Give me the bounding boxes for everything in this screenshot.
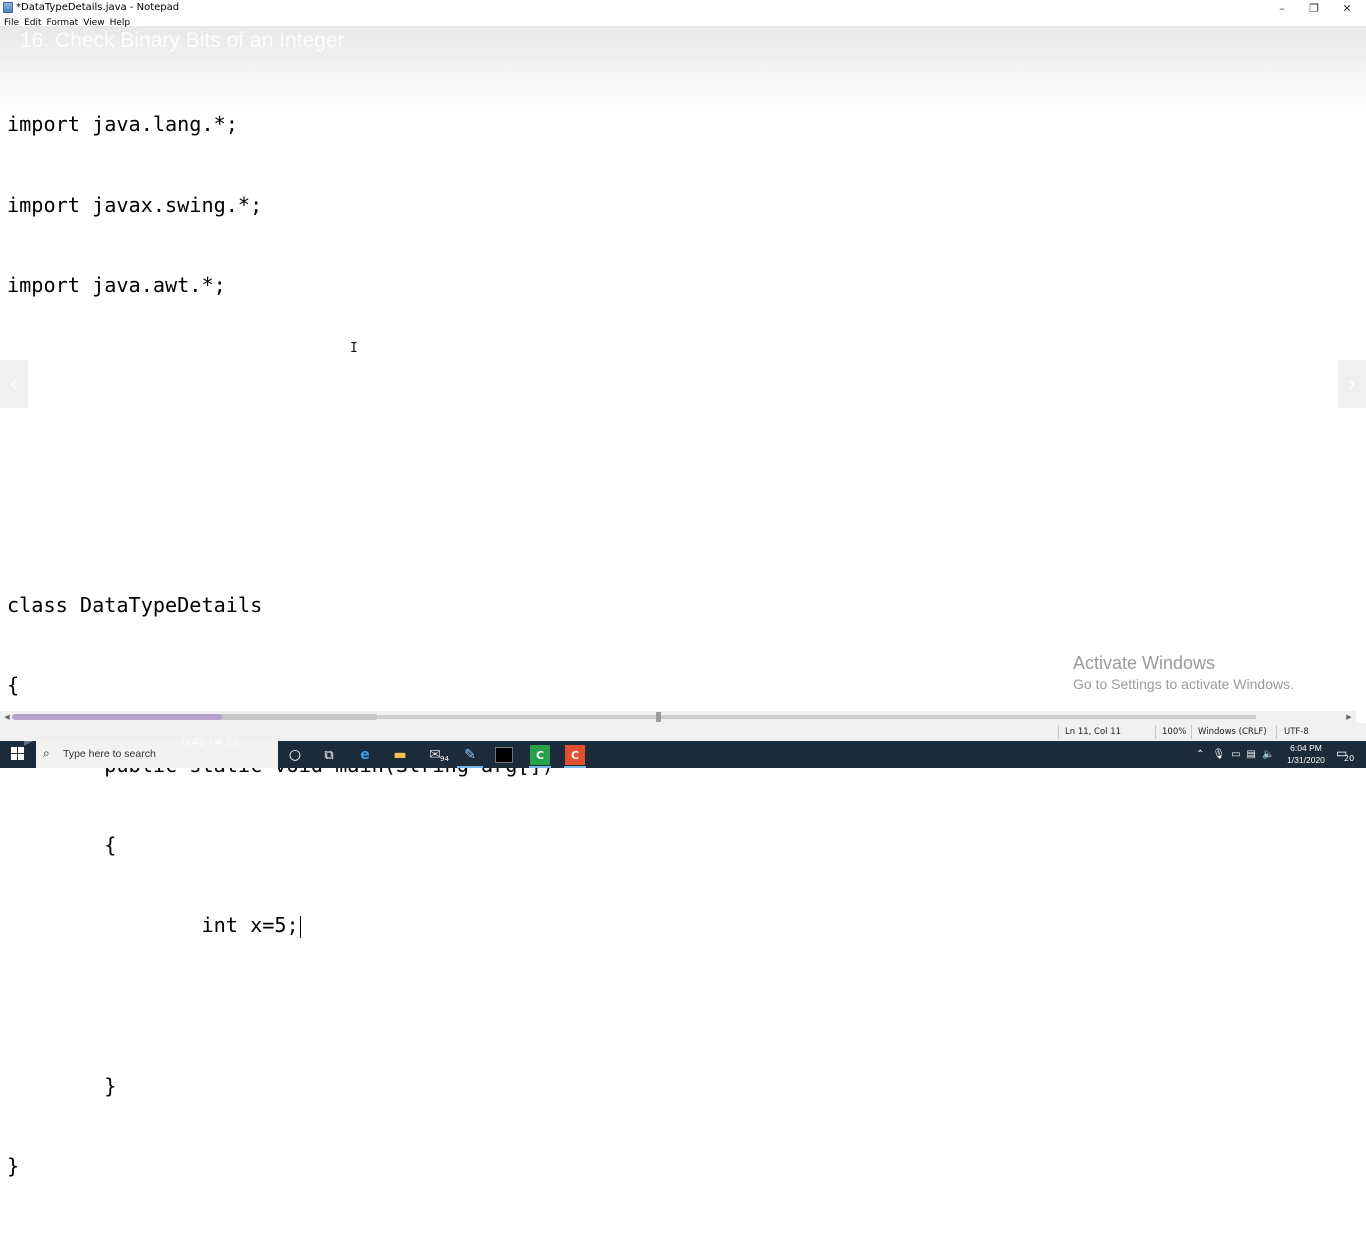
network-icon[interactable]: ▤ — [1247, 749, 1256, 760]
menu-file[interactable]: File — [4, 17, 19, 29]
microphone-icon[interactable]: 🎙 — [1212, 749, 1225, 760]
line-ending: Windows (CRLF) — [1198, 727, 1267, 737]
code-content[interactable]: import java.lang.*; import javax.swing.*… — [7, 58, 554, 1233]
clock[interactable]: 6:04 PM 1/31/2020 — [1283, 742, 1329, 766]
search-icon: ⌕ — [43, 746, 50, 760]
code-line: import java.lang.*; — [7, 112, 238, 137]
search-box[interactable]: ⌕ Type here to search — [36, 741, 278, 768]
system-tray: ⌃ 🎙 ▭ ▤ 🔈 — [1196, 741, 1274, 768]
notepad-taskbar-icon[interactable]: ✎ — [460, 745, 480, 765]
terminal-icon[interactable] — [495, 747, 513, 763]
menu-format[interactable]: Format — [47, 17, 79, 29]
code-line: } — [7, 1153, 20, 1178]
camtasia-orange-icon[interactable]: C — [565, 745, 585, 765]
video-progress-bar[interactable] — [12, 714, 222, 720]
restore-button[interactable]: ❐ — [1298, 0, 1330, 16]
watermark-title: Activate Windows — [1073, 653, 1216, 673]
search-placeholder: Type here to search — [63, 748, 156, 760]
menu-view[interactable]: View — [83, 17, 104, 29]
code-line: import java.awt.*; — [7, 272, 226, 297]
code-line: class DataTypeDetails — [7, 592, 263, 617]
previous-slide-button[interactable]: ‹ — [0, 360, 28, 408]
status-separator — [1276, 725, 1277, 739]
code-line: { — [7, 833, 117, 858]
code-line: } — [7, 1073, 117, 1098]
status-separator — [1058, 725, 1059, 739]
clock-date: 1/31/2020 — [1287, 755, 1325, 765]
edge-browser-icon[interactable]: e — [355, 745, 375, 765]
chevron-up-icon[interactable]: ⌃ — [1196, 749, 1204, 760]
chevron-right-icon: › — [1347, 371, 1357, 397]
notification-center-icon[interactable]: ▭ 20 — [1336, 746, 1355, 763]
scroll-right-arrow-icon[interactable]: ▶ — [1344, 711, 1354, 723]
notification-count: 20 — [1344, 754, 1355, 763]
encoding: UTF-8 — [1284, 727, 1309, 737]
minimize-button[interactable]: – — [1266, 0, 1298, 16]
close-button[interactable]: ✕ — [1331, 0, 1363, 16]
mail-badge: 94 — [440, 755, 449, 763]
camtasia-green-icon[interactable]: C — [530, 745, 550, 765]
code-line-caret: int x=5; — [7, 912, 554, 939]
code-line: { — [7, 673, 20, 698]
video-play-icon[interactable]: ▶ — [24, 733, 34, 748]
video-scrub-handle[interactable] — [656, 712, 661, 722]
notepad-app-icon[interactable] — [3, 2, 13, 13]
windows-start-icon[interactable] — [11, 747, 25, 761]
video-progress-track[interactable] — [378, 715, 1256, 719]
battery-icon[interactable]: ▭ — [1231, 749, 1240, 760]
menu-help[interactable]: Help — [110, 17, 131, 29]
code-line-text: int x=5; — [7, 913, 299, 938]
watermark-subtitle: Go to Settings to activate Windows. — [1073, 676, 1294, 692]
chevron-left-icon: ‹ — [9, 371, 19, 397]
menu-bar: File Edit Format View Help — [0, 16, 1366, 30]
text-caret — [299, 915, 301, 938]
video-time: 0:42 / 4:23 — [182, 735, 239, 749]
horizontal-scrollbar[interactable]: ◀ ▶ — [0, 711, 1356, 723]
ibeam-cursor-icon: I — [350, 341, 358, 356]
cursor-position: Ln 11, Col 11 — [1065, 727, 1122, 737]
task-view-icon[interactable]: ⧉ — [319, 745, 339, 765]
text-editor[interactable]: import java.lang.*; import javax.swing.*… — [0, 30, 1356, 1178]
activate-windows-watermark: Activate Windows Go to Settings to activ… — [1073, 652, 1294, 694]
clock-time: 6:04 PM — [1290, 743, 1322, 753]
window-title: *DataTypeDetails.java - Notepad — [16, 2, 180, 13]
code-line: import javax.swing.*; — [7, 192, 263, 217]
cortana-icon[interactable]: ○ — [285, 745, 305, 765]
zoom-level: 100% — [1162, 727, 1187, 737]
menu-edit[interactable]: Edit — [24, 17, 41, 29]
status-separator — [1191, 725, 1192, 739]
status-separator — [1155, 725, 1156, 739]
title-bar: *DataTypeDetails.java - Notepad – ❐ ✕ — [0, 0, 1366, 16]
taskbar: ▶ ⌕ Type here to search 0:42 / 4:23 ○ ⧉ … — [0, 733, 1366, 768]
file-explorer-icon[interactable]: ▬ — [390, 745, 410, 765]
scroll-left-arrow-icon[interactable]: ◀ — [2, 711, 12, 723]
volume-icon[interactable]: 🔈 — [1262, 749, 1274, 760]
video-title: 16. Check Binary Bits of an Integer — [20, 29, 345, 52]
next-slide-button[interactable]: › — [1338, 360, 1366, 408]
